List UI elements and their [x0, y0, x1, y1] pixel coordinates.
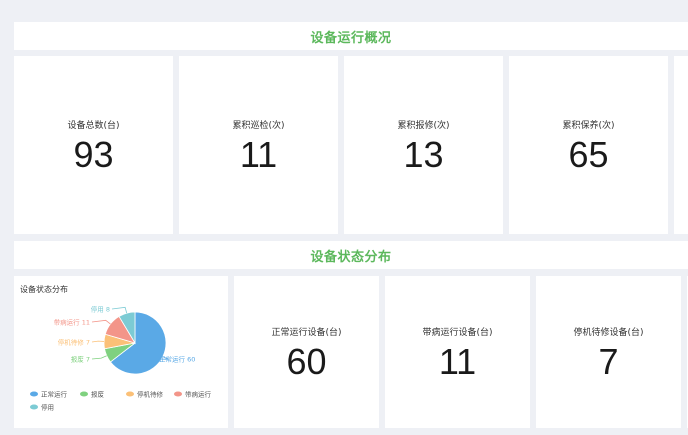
- card-value: 65: [568, 133, 609, 175]
- legend-marker: [174, 391, 182, 397]
- pie-data-label: 报废 7: [71, 355, 90, 364]
- card-total-maintenance: 累积保养(次) 65: [509, 56, 668, 234]
- card-label: 设备总数(台): [67, 120, 120, 131]
- status-title: 设备状态分布: [310, 249, 392, 265]
- pie-data-label: 停用 8: [91, 305, 110, 314]
- pie-data-label: 停机待修 7: [58, 338, 90, 347]
- legend-label: 停机待修: [137, 390, 164, 399]
- overview-title: 设备运行概况: [310, 30, 392, 46]
- card-label: 累积巡检(次): [232, 120, 285, 131]
- card-value: 60: [286, 340, 327, 382]
- card-label: 停机待修设备(台): [573, 327, 644, 338]
- pie-leader-line: [91, 355, 107, 360]
- legend-marker: [126, 391, 134, 397]
- legend-label: 报废: [91, 390, 105, 399]
- card-partial: [674, 56, 688, 234]
- legend-marker: [80, 391, 88, 397]
- pie-leader-line: [91, 340, 105, 343]
- legend-marker: [30, 391, 38, 397]
- card-total-inspections: 累积巡检(次) 11: [179, 56, 338, 234]
- legend-item[interactable]: 停机待修: [126, 390, 164, 399]
- card-label: 带病运行设备(台): [422, 327, 493, 338]
- pie-chart-panel: 设备状态分布 正常运行 60 报废 7 停机待修 7 带病运行 11 停用 8 正常运行…: [14, 276, 228, 428]
- card-label: 累积报修(次): [397, 120, 450, 131]
- legend-item[interactable]: 带病运行: [174, 390, 212, 399]
- pie-leader-line: [111, 306, 128, 314]
- card-value: 93: [73, 133, 114, 175]
- card-value: 13: [403, 133, 444, 175]
- pie-leader-line: [91, 319, 111, 325]
- card-label: 累积保养(次): [562, 120, 615, 131]
- legend-label: 带病运行: [185, 390, 212, 399]
- status-header: 设备状态分布: [14, 241, 688, 269]
- card-value: 11: [239, 133, 278, 175]
- pie-data-label: 正常运行 60: [159, 355, 195, 364]
- card-total-repairs: 累积报修(次) 13: [344, 56, 503, 234]
- overview-header: 设备运行概况: [14, 22, 688, 50]
- legend-label: 正常运行: [41, 390, 68, 399]
- card-stopped-devices: 停机待修设备(台) 7: [536, 276, 681, 428]
- card-normal-devices: 正常运行设备(台) 60: [234, 276, 379, 428]
- card-total-devices: 设备总数(台) 93: [14, 56, 173, 234]
- pie-data-label: 带病运行 11: [54, 318, 90, 327]
- legend-marker: [30, 404, 38, 410]
- card-label: 正常运行设备(台): [271, 327, 342, 338]
- card-value: 11: [438, 340, 477, 382]
- card-faulty-devices: 带病运行设备(台) 11: [385, 276, 530, 428]
- card-value: 7: [598, 340, 619, 382]
- pie-chart: 正常运行 60 报废 7 停机待修 7 带病运行 11停用 8 正常运行 报废 停机待修 带…: [30, 305, 212, 412]
- legend-label: 停用: [41, 403, 54, 412]
- legend-item[interactable]: 正常运行: [30, 390, 68, 399]
- legend-item[interactable]: 停用: [30, 403, 54, 412]
- legend-item[interactable]: 报废: [80, 390, 105, 399]
